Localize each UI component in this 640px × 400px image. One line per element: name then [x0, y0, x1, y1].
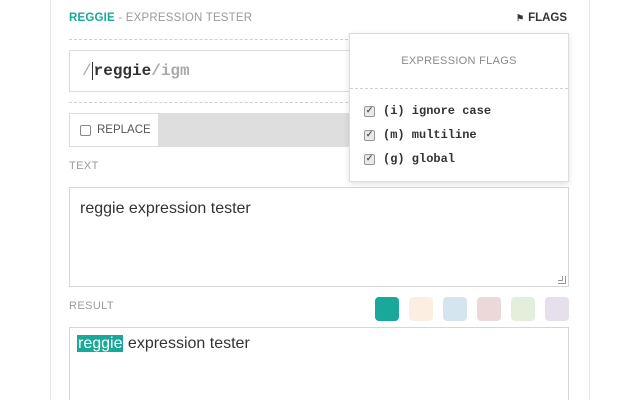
- swatch-peach[interactable]: [409, 297, 433, 321]
- text-label: TEXT: [69, 160, 99, 172]
- app-subtitle: - EXPRESSION TESTER: [114, 12, 253, 24]
- result-rest-text: expression tester: [123, 335, 250, 352]
- flag-checkbox-ignore-case[interactable]: ✓: [364, 105, 375, 117]
- flag-label-multiline: (m) multiline: [383, 128, 477, 142]
- flag-label-ignore-case: (i) ignore case: [383, 104, 492, 118]
- flag-checkbox-multiline[interactable]: ✓: [364, 129, 375, 141]
- flag-icon: ⚑: [516, 12, 525, 23]
- replace-checkbox[interactable]: [80, 124, 91, 136]
- flag-global[interactable]: ✓ (g) global: [364, 152, 455, 166]
- flags-button[interactable]: ⚑ FLAGS: [516, 12, 567, 24]
- swatch-blue[interactable]: [443, 297, 467, 321]
- text-input[interactable]: reggie expression tester: [69, 187, 569, 287]
- expression-close-slash: /: [151, 62, 161, 80]
- swatch-lavender[interactable]: [545, 297, 569, 321]
- result-label: RESULT: [69, 300, 114, 312]
- text-value: reggie expression tester: [80, 200, 251, 217]
- app-title: REGGIE - EXPRESSION TESTER: [69, 12, 252, 24]
- result-output: reggie expression tester: [69, 327, 569, 400]
- highlight-color-swatches: [375, 297, 569, 321]
- swatch-teal[interactable]: [375, 297, 399, 321]
- expression-pattern[interactable]: reggie: [91, 62, 151, 80]
- flag-checkbox-global[interactable]: ✓: [364, 153, 375, 165]
- flags-dropdown-divider: [350, 88, 568, 89]
- flag-ignore-case[interactable]: ✓ (i) ignore case: [364, 104, 491, 118]
- flags-dropdown: EXPRESSION FLAGS ✓ (i) ignore case ✓ (m)…: [349, 33, 569, 182]
- match-highlight: reggie: [77, 335, 124, 352]
- flags-dropdown-title: EXPRESSION FLAGS: [401, 55, 517, 67]
- resize-grip-icon[interactable]: [558, 276, 566, 284]
- flags-button-label: FLAGS: [528, 12, 568, 24]
- swatch-green[interactable]: [511, 297, 535, 321]
- swatch-pink[interactable]: [477, 297, 501, 321]
- replace-label: REPLACE: [97, 124, 151, 136]
- expression-flags: igm: [160, 62, 190, 80]
- brand-name: REGGIE: [69, 12, 115, 24]
- flag-multiline[interactable]: ✓ (m) multiline: [364, 128, 477, 142]
- replace-toggle[interactable]: REPLACE: [69, 113, 159, 147]
- expression-open-slash: /: [82, 62, 92, 80]
- flag-label-global: (g) global: [383, 152, 456, 166]
